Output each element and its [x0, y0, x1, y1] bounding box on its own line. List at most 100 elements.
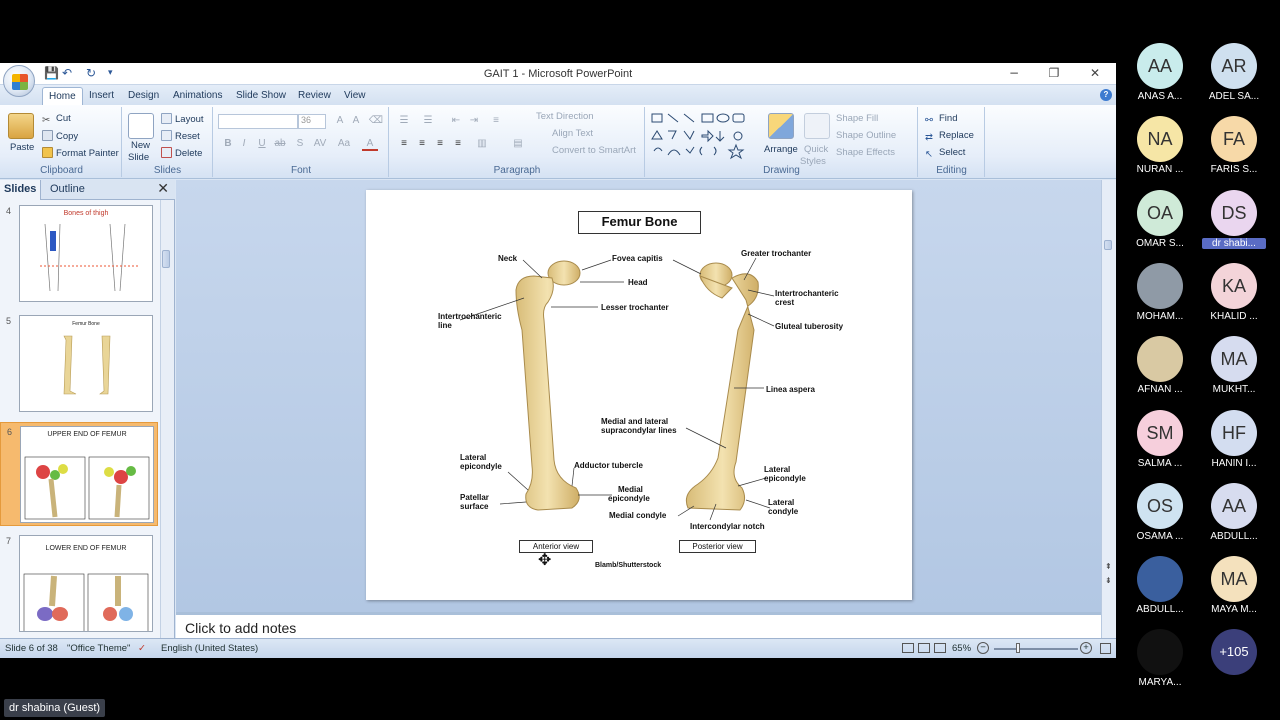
- undo-icon[interactable]: ↶: [62, 66, 72, 80]
- participant-tile[interactable]: DS dr shabi...: [1194, 189, 1274, 260]
- office-button[interactable]: [3, 65, 35, 97]
- help-icon[interactable]: ?: [1100, 89, 1112, 101]
- slide-thumbnail-6[interactable]: 6 UPPER END OF FEMUR: [0, 422, 158, 526]
- shadow-icon[interactable]: S: [292, 137, 308, 151]
- shrink-font-icon[interactable]: A: [348, 114, 364, 128]
- zoom-in-icon[interactable]: +: [1080, 642, 1092, 654]
- reset-button[interactable]: Reset: [161, 130, 200, 142]
- replace-button[interactable]: ⇄ Replace: [925, 130, 974, 143]
- copy-button[interactable]: Copy: [42, 130, 78, 142]
- participant-tile[interactable]: ABDULL...: [1120, 556, 1200, 626]
- participant-tile[interactable]: SM SALMA ...: [1120, 409, 1200, 480]
- line-spacing-icon[interactable]: ≡: [488, 114, 504, 128]
- participant-tile[interactable]: AR ADEL SA...: [1194, 43, 1274, 113]
- align-left-icon[interactable]: ≡: [396, 137, 412, 151]
- change-case-icon[interactable]: Aa: [336, 137, 352, 151]
- participant-tile[interactable]: AA ABDULL...: [1194, 482, 1274, 553]
- zoom-slider-thumb[interactable]: [1016, 643, 1020, 653]
- columns-icon[interactable]: ▥: [474, 137, 490, 151]
- char-spacing-icon[interactable]: AV: [312, 137, 328, 151]
- select-button[interactable]: ↖ Select: [925, 147, 965, 160]
- participant-tile[interactable]: MARYA...: [1120, 629, 1200, 699]
- next-slide-icon[interactable]: ⇟: [1105, 576, 1112, 585]
- underline-icon[interactable]: U: [254, 137, 270, 151]
- zoom-level[interactable]: 65%: [952, 643, 971, 654]
- find-button[interactable]: ⚯ Find: [925, 113, 957, 126]
- align-right-icon[interactable]: ≡: [432, 137, 448, 151]
- slide-thumbnail-5[interactable]: 5 Femur Bone: [0, 312, 158, 416]
- font-size-field[interactable]: 36: [298, 114, 326, 129]
- text-direction-button[interactable]: Text Direction: [536, 111, 594, 122]
- tab-view[interactable]: View: [344, 90, 366, 101]
- tab-outline[interactable]: Outline: [50, 183, 85, 195]
- participant-tile[interactable]: AA ANAS A...: [1120, 43, 1200, 113]
- restore-button[interactable]: ❐: [1044, 66, 1064, 81]
- tab-animations[interactable]: Animations: [173, 90, 222, 101]
- tab-design[interactable]: Design: [128, 90, 159, 101]
- tab-home[interactable]: Home: [42, 87, 83, 106]
- paste-icon[interactable]: [8, 113, 34, 139]
- participant-tile[interactable]: MA MAYA M...: [1194, 556, 1274, 626]
- new-slide-button-line2[interactable]: Slide: [128, 152, 149, 163]
- arrange-button[interactable]: Arrange: [764, 144, 798, 155]
- slideshow-view-icon[interactable]: [934, 643, 946, 653]
- notes-pane[interactable]: Click to add notes: [176, 612, 1101, 639]
- spellcheck-icon[interactable]: ✓: [138, 643, 146, 654]
- strikethrough-icon[interactable]: ab: [272, 137, 288, 151]
- arrange-icon[interactable]: [768, 113, 794, 139]
- shape-fill-button[interactable]: Shape Fill: [836, 113, 878, 124]
- cell-align-icon[interactable]: ▤: [510, 137, 526, 151]
- slide-scrollbar-thumb[interactable]: [1104, 240, 1112, 250]
- font-color-icon[interactable]: A: [362, 137, 378, 151]
- participant-tile[interactable]: NA NURAN ...: [1120, 116, 1200, 186]
- slide-scrollbar[interactable]: ⇞ ⇟: [1101, 180, 1116, 640]
- customize-qat-icon[interactable]: ▾: [108, 68, 113, 78]
- tab-slide-show[interactable]: Slide Show: [236, 90, 286, 101]
- participant-tile[interactable]: +105: [1194, 629, 1274, 699]
- decrease-indent-icon[interactable]: ⇤: [448, 114, 464, 128]
- current-slide[interactable]: Femur Bone Neck Fovea capitis Head Great…: [366, 190, 912, 600]
- quick-styles-icon[interactable]: [804, 113, 830, 139]
- slide-sorter-icon[interactable]: [918, 643, 930, 653]
- minimize-button[interactable]: −: [1004, 66, 1024, 81]
- fit-to-window-icon[interactable]: [1100, 643, 1111, 654]
- previous-slide-icon[interactable]: ⇞: [1105, 562, 1112, 571]
- align-text-button[interactable]: Align Text: [552, 128, 593, 139]
- normal-view-icon[interactable]: [902, 643, 914, 653]
- align-center-icon[interactable]: ≡: [414, 137, 430, 151]
- shape-effects-button[interactable]: Shape Effects: [836, 147, 895, 158]
- paste-button[interactable]: Paste: [10, 142, 34, 153]
- slide-thumbnail-7[interactable]: 7 LOWER END OF FEMUR: [0, 532, 158, 636]
- close-button[interactable]: ✕: [1085, 66, 1105, 81]
- shape-outline-button[interactable]: Shape Outline: [836, 130, 896, 141]
- quick-styles-button[interactable]: Quick: [804, 144, 828, 155]
- delete-button[interactable]: Delete: [161, 147, 202, 159]
- participant-tile[interactable]: HF HANIN I...: [1194, 409, 1274, 480]
- clear-format-icon[interactable]: ⌫: [368, 114, 384, 128]
- new-slide-icon[interactable]: [128, 113, 154, 139]
- close-icon[interactable]: ✕: [157, 181, 169, 197]
- tab-insert[interactable]: Insert: [89, 90, 114, 101]
- increase-indent-icon[interactable]: ⇥: [466, 114, 482, 128]
- slide-thumbnail-4[interactable]: 4 Bones of thigh: [0, 202, 158, 306]
- tab-slides[interactable]: Slides: [0, 180, 42, 200]
- participant-tile[interactable]: KA KHALID ...: [1194, 262, 1274, 333]
- redo-icon[interactable]: ↻: [86, 66, 96, 80]
- convert-smartart-button[interactable]: Convert to SmartArt: [552, 145, 636, 156]
- cut-button[interactable]: ✂ Cut: [42, 113, 71, 126]
- grow-font-icon[interactable]: A: [332, 114, 348, 128]
- layout-button[interactable]: Layout: [161, 113, 204, 125]
- participant-tile[interactable]: MOHAM...: [1120, 262, 1200, 333]
- numbering-icon[interactable]: ☰: [420, 114, 436, 128]
- save-icon[interactable]: 💾: [44, 66, 59, 80]
- zoom-out-icon[interactable]: −: [977, 642, 989, 654]
- tab-review[interactable]: Review: [298, 90, 331, 101]
- font-name-field[interactable]: [218, 114, 298, 129]
- participant-tile[interactable]: FA FARIS S...: [1194, 116, 1274, 186]
- bold-icon[interactable]: B: [220, 137, 236, 151]
- justify-icon[interactable]: ≡: [450, 137, 466, 151]
- participant-tile[interactable]: OS OSAMA ...: [1120, 482, 1200, 553]
- italic-icon[interactable]: I: [236, 137, 252, 151]
- bullets-icon[interactable]: ☰: [396, 114, 412, 128]
- participant-tile[interactable]: MA MUKHT...: [1194, 336, 1274, 406]
